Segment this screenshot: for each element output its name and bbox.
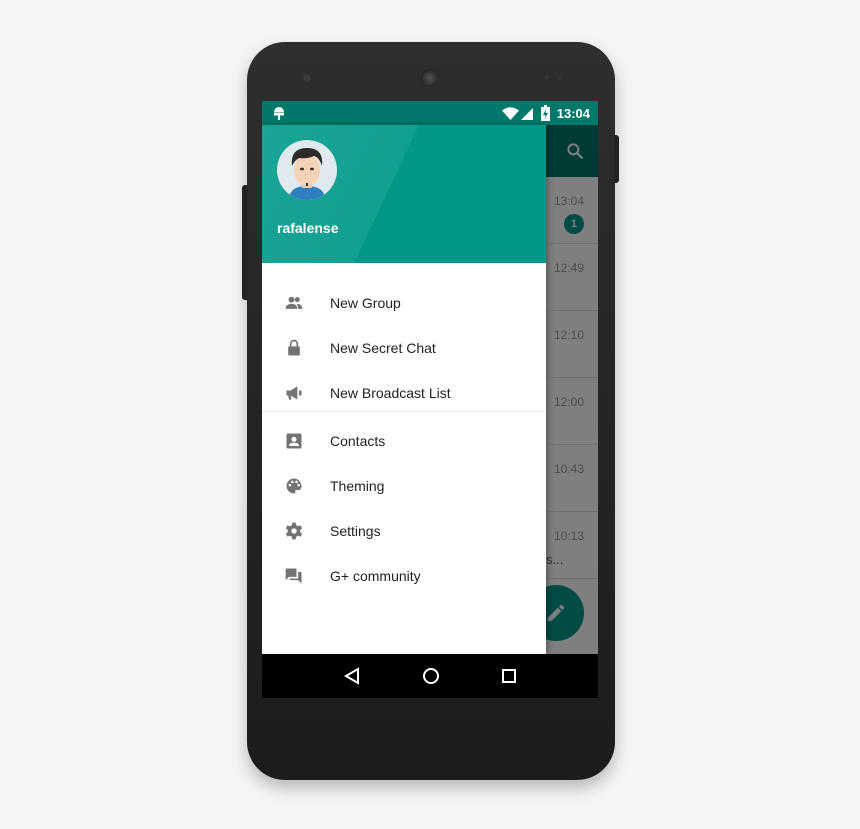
menu-item-label: New Group	[330, 294, 401, 311]
menu-item-contacts[interactable]: Contacts	[262, 418, 546, 463]
lock-icon	[288, 339, 300, 355]
menu-item-label: New Secret Chat	[330, 339, 436, 356]
screen: 13:04112:4912:1012:0010:4310:13s... 13:0…	[262, 101, 598, 698]
menu-divider	[262, 411, 546, 412]
avatar[interactable]	[277, 140, 337, 200]
power-button	[614, 135, 619, 183]
menu-item-label: Contacts	[330, 432, 386, 449]
menu-item-g-community[interactable]: G+ community	[262, 553, 546, 598]
menu-item-new-group[interactable]: New Group	[262, 280, 546, 325]
palette-icon	[286, 478, 302, 493]
gear-icon	[285, 522, 303, 539]
volume-button	[242, 185, 247, 300]
username: rafalense	[277, 220, 339, 236]
recents-icon[interactable]	[501, 668, 517, 684]
earpiece-speaker	[421, 69, 439, 87]
menu-item-new-secret-chat[interactable]: New Secret Chat	[262, 325, 546, 370]
android-icon	[274, 107, 284, 120]
contacts-icon	[286, 433, 302, 448]
navigation-drawer: rafalense New Group New Secret Chat New Br…	[262, 125, 546, 654]
home-icon[interactable]	[422, 667, 440, 685]
system-nav-bar	[262, 654, 598, 698]
clock: 13:04	[556, 106, 590, 121]
megaphone-icon	[286, 385, 302, 400]
forum-icon	[285, 568, 302, 583]
drawer-header: rafalense	[262, 125, 546, 263]
front-camera	[303, 74, 311, 82]
menu-item-label: Theming	[330, 477, 385, 494]
sensor	[557, 75, 562, 80]
menu-item-label: New Broadcast List	[330, 384, 451, 401]
sensor	[544, 75, 549, 80]
menu-item-new-broadcast-list[interactable]: New Broadcast List	[262, 370, 546, 415]
group-icon	[285, 296, 303, 309]
status-bar: 13:04	[262, 101, 598, 125]
menu-item-settings[interactable]: Settings	[262, 508, 546, 553]
wifi-icon	[502, 107, 519, 120]
menu-item-theming[interactable]: Theming	[262, 463, 546, 508]
menu-item-label: G+ community	[330, 567, 421, 584]
signal-icon	[521, 108, 533, 120]
menu-item-label: Settings	[330, 522, 381, 539]
back-icon[interactable]	[343, 667, 361, 685]
battery-charging-icon	[541, 105, 550, 121]
